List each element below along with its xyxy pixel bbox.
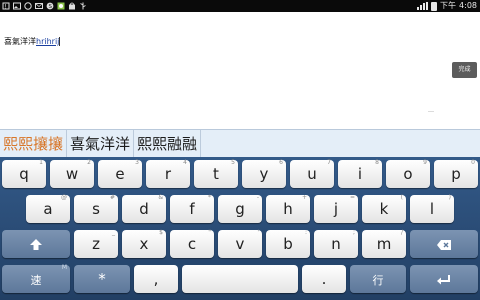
battery-icon (431, 1, 438, 11)
candidate-item[interactable]: 喜氣洋洋 (67, 130, 135, 158)
key-q[interactable]: q1 (2, 159, 46, 188)
key-e[interactable]: e3 (98, 159, 142, 188)
key-s[interactable]: s # (74, 194, 118, 223)
candidate-item[interactable]: 熙熙融融 (134, 130, 202, 158)
done-button[interactable]: 完成 (452, 62, 477, 78)
period-key[interactable]: . (302, 265, 346, 293)
key-t[interactable]: t5 (194, 159, 238, 188)
key-o[interactable]: o9 (386, 159, 430, 188)
image-icon (13, 2, 21, 10)
status-right: 下午 4:08 (417, 0, 477, 12)
bag-icon (69, 2, 75, 10)
enter-key[interactable] (410, 265, 478, 293)
key-f[interactable]: f * (170, 194, 214, 223)
status-time: 4:08 (459, 1, 477, 10)
input-mode-key[interactable]: 速M (2, 264, 70, 293)
usb-icon (80, 2, 86, 10)
key-x[interactable]: x $ (122, 229, 166, 258)
key-i[interactable]: i8 (338, 159, 382, 188)
key-a[interactable]: a @ (26, 194, 70, 223)
key-g[interactable]: g- (218, 194, 262, 223)
svg-text:!: ! (4, 3, 6, 10)
candidate-item[interactable]: 熙熙攘攘 (0, 130, 68, 158)
candidate-bar: 熙熙攘攘 喜氣洋洋 熙熙融融 (0, 129, 480, 158)
status-bar: ! S 下午 4:08 (0, 0, 480, 12)
key-l[interactable]: l) (410, 194, 454, 223)
key-k[interactable]: k( (362, 194, 406, 223)
key-n[interactable]: n; (314, 229, 358, 258)
space-key[interactable] (182, 265, 298, 293)
text-editor[interactable]: 喜氣洋洋hrihrij 完成 (0, 12, 480, 129)
backspace-key[interactable] (410, 230, 478, 258)
key-h[interactable]: h + (266, 194, 310, 223)
key-c[interactable]: c " (170, 229, 214, 258)
svg-text:S: S (49, 4, 53, 10)
soft-keyboard: q1 w2 e3 r4 t5 y6 u7 i8 o9 p0 a @ s # d & f… (0, 157, 480, 300)
notification-icons: ! S (2, 0, 87, 12)
composing-text: hrihrij (36, 37, 60, 46)
whatsapp-icon (24, 2, 32, 10)
key-b[interactable]: b: (266, 229, 310, 258)
notification-icon: ! (2, 2, 10, 10)
committed-text: 喜氣洋洋 (4, 37, 36, 46)
mail-icon (35, 3, 43, 9)
edge-mark (428, 108, 434, 112)
key-y[interactable]: y6 (242, 159, 286, 188)
photo-icon (57, 2, 65, 10)
key-w[interactable]: w2 (50, 159, 94, 188)
comma-key[interactable]: , (134, 265, 178, 293)
key-z[interactable]: z _ (74, 229, 118, 258)
symbol-key[interactable]: * (74, 265, 130, 293)
key-m[interactable]: m / (362, 229, 406, 258)
text-cursor (59, 37, 61, 46)
backspace-icon (437, 239, 451, 250)
shift-arrow-icon (30, 238, 42, 250)
key-p[interactable]: p0 (434, 159, 478, 188)
status-ampm: 下午 (440, 1, 457, 10)
signal-icon (417, 2, 429, 10)
key-v[interactable]: v ' (218, 229, 262, 258)
shift-key[interactable] (2, 230, 70, 258)
key-d[interactable]: d & (122, 194, 166, 223)
text-content: 喜氣洋洋hrihrij (4, 36, 61, 47)
enter-icon (437, 274, 450, 284)
row-key[interactable]: 行 (350, 265, 406, 293)
skype-icon: S (46, 2, 54, 10)
key-u[interactable]: u7 (290, 159, 334, 188)
key-r[interactable]: r4 (146, 159, 190, 188)
key-j[interactable]: j = (314, 194, 358, 223)
